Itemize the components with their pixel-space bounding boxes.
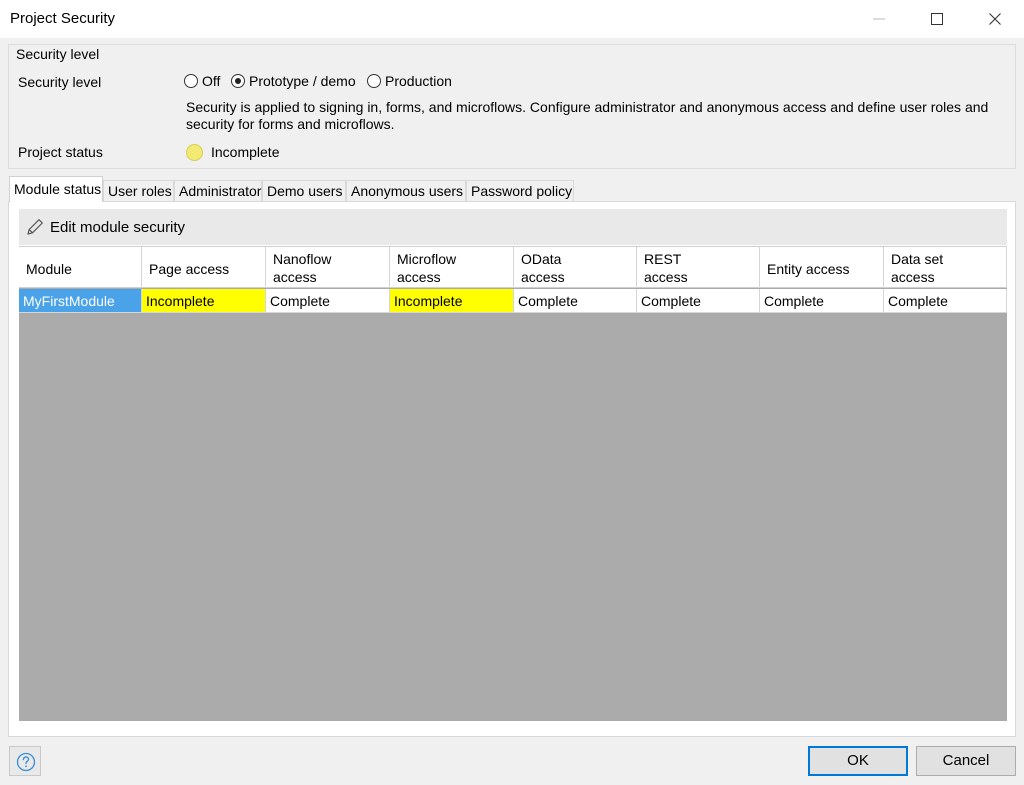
column-header-label: Module	[26, 261, 72, 277]
radio-off[interactable]: Off	[184, 73, 224, 91]
cell-entity-access[interactable]: Complete	[760, 289, 884, 313]
cell-page-access[interactable]: Incomplete	[142, 289, 266, 313]
tab-anonymous-users[interactable]: Anonymous users	[346, 180, 466, 202]
project-status-value: Incomplete	[211, 144, 280, 160]
table-header-row: Module Page access Nanoflow access Micro…	[19, 246, 1007, 288]
module-toolbar: Edit module security	[19, 209, 1007, 245]
title-bar: Project Security	[0, 0, 1024, 38]
close-icon	[989, 13, 1001, 25]
cancel-button[interactable]: Cancel	[916, 746, 1016, 776]
column-header-label: REST access	[644, 251, 688, 285]
status-indicator-icon	[186, 144, 203, 161]
question-circle-icon	[16, 752, 36, 772]
tab-password-policy[interactable]: Password policy	[466, 180, 574, 202]
radio-off-label[interactable]: Off	[202, 73, 220, 89]
radio-off-circle[interactable]	[184, 74, 198, 88]
module-grid-background	[19, 246, 1007, 721]
cell-rest-access[interactable]: Complete	[637, 289, 760, 313]
column-header-odata-access[interactable]: OData access	[514, 247, 637, 288]
help-button[interactable]	[9, 746, 41, 776]
cell-nanoflow-access[interactable]: Complete	[266, 289, 390, 313]
column-header-module[interactable]: Module	[19, 247, 142, 288]
cell-odata-access[interactable]: Complete	[514, 289, 637, 313]
minimize-icon	[873, 18, 885, 20]
minimize-button[interactable]	[856, 0, 902, 38]
radio-selected-dot	[235, 78, 241, 84]
table-row[interactable]: MyFirstModule Incomplete Complete Incomp…	[19, 289, 1007, 313]
pencil-icon	[27, 219, 43, 235]
radio-prototype-label[interactable]: Prototype / demo	[249, 73, 356, 89]
maximize-button[interactable]	[914, 0, 960, 38]
cell-microflow-access[interactable]: Incomplete	[390, 289, 514, 313]
window-title: Project Security	[10, 10, 116, 27]
edit-module-security-button[interactable]: Edit module security	[25, 217, 195, 239]
column-header-nanoflow-access[interactable]: Nanoflow access	[266, 247, 390, 288]
column-header-label: Data set access	[891, 251, 944, 285]
radio-prototype-circle[interactable]	[231, 74, 245, 88]
tab-user-roles[interactable]: User roles	[103, 180, 174, 202]
column-header-data-set-access[interactable]: Data set access	[884, 247, 1007, 288]
column-header-entity-access[interactable]: Entity access	[760, 247, 884, 288]
project-status-label: Project status	[18, 144, 103, 160]
column-header-label: OData access	[521, 251, 565, 285]
column-header-label: Entity access	[767, 261, 850, 277]
radio-production[interactable]: Production	[367, 73, 457, 91]
security-group-title: Security level	[16, 46, 100, 62]
column-header-label: Page access	[149, 261, 230, 277]
radio-production-label[interactable]: Production	[385, 73, 452, 89]
radio-production-circle[interactable]	[367, 74, 381, 88]
security-description: Security is applied to signing in, forms…	[186, 99, 989, 132]
close-button[interactable]	[972, 0, 1018, 38]
cell-module[interactable]: MyFirstModule	[19, 289, 142, 313]
radio-prototype-demo[interactable]: Prototype / demo	[231, 73, 361, 91]
ok-button[interactable]: OK	[808, 746, 908, 776]
cell-data-set-access[interactable]: Complete	[884, 289, 1007, 313]
security-level-label: Security level	[18, 74, 102, 90]
column-header-page-access[interactable]: Page access	[142, 247, 266, 288]
column-header-label: Nanoflow access	[273, 251, 332, 285]
tab-administrator[interactable]: Administrator	[174, 180, 262, 202]
column-header-rest-access[interactable]: REST access	[637, 247, 760, 288]
tab-demo-users[interactable]: Demo users	[262, 180, 346, 202]
edit-module-security-label[interactable]: Edit module security	[50, 219, 185, 236]
maximize-icon	[931, 13, 943, 25]
column-header-label: Microflow access	[397, 251, 457, 285]
tab-module-status[interactable]: Module status	[9, 176, 103, 202]
column-header-microflow-access[interactable]: Microflow access	[390, 247, 514, 288]
